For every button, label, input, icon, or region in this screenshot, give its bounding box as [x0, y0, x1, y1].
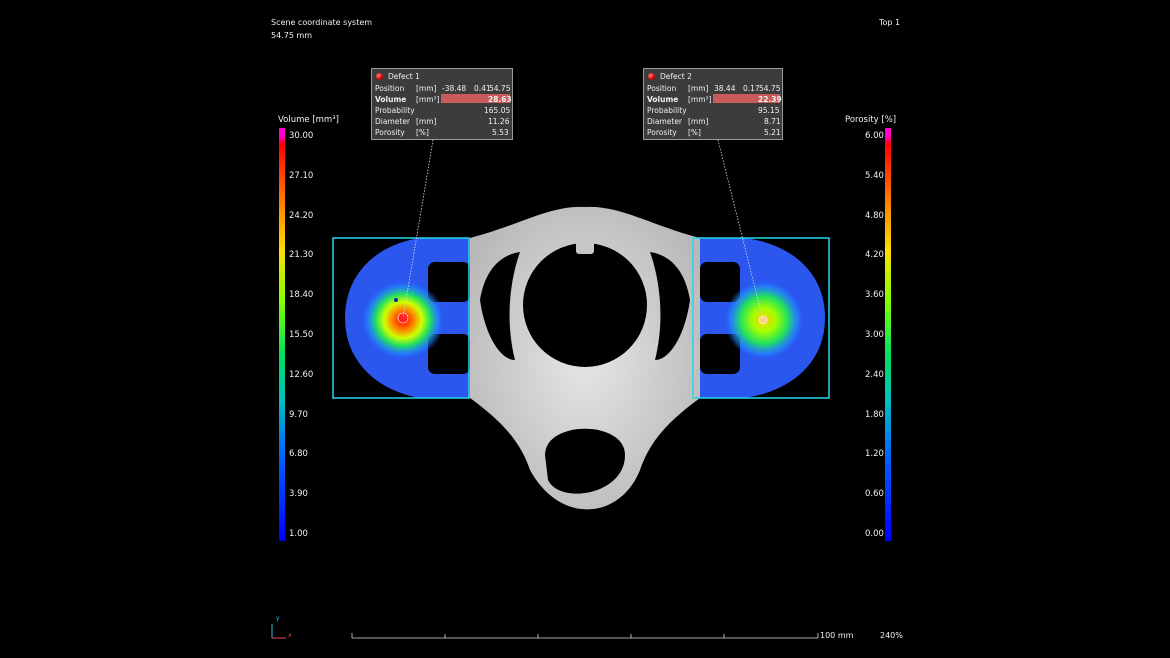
defect-1-volume-row: Volume [mm³] 28.63: [375, 94, 512, 104]
center-bore: [523, 243, 647, 367]
defect-2-diameter-row: Diameter [mm] 8.71: [647, 117, 781, 126]
scale-bar-label: 100 mm: [820, 631, 854, 640]
axis-triad-icon: [271, 624, 286, 639]
ct-scan-viewport[interactable]: [0, 0, 1170, 658]
axis-x-label: x: [288, 632, 292, 639]
defect-2-volume-row: Volume [mm³] 22.39: [647, 94, 782, 104]
defect-1-probability-row: Probability 165.05: [375, 106, 511, 115]
zoom-level[interactable]: 240%: [880, 631, 903, 640]
defect-2-marker-icon: [648, 72, 655, 80]
defect-2-panel[interactable]: Defect 2 Position [mm] 38.44 0.17 54.75 …: [643, 68, 783, 140]
defect-2-porosity-row: Porosity [%] 5.21: [647, 128, 781, 137]
defect-1-porosity-row: Porosity [%] 5.53: [375, 128, 509, 137]
defect-2-title: Defect 2: [660, 71, 692, 81]
axis-y-label: y: [276, 615, 280, 622]
defect-1-panel[interactable]: Defect 1 Position [mm] -38.48 0.41 54.75…: [371, 68, 513, 140]
defect-1-position-row: Position [mm] -38.48 0.41 54.75: [375, 84, 511, 93]
defect-2-probability-row: Probability 95.15: [647, 106, 780, 115]
defect-1-marker-icon: [376, 72, 383, 80]
scale-bar: [351, 633, 819, 639]
defect-1-diameter-row: Diameter [mm] 11.26: [375, 117, 510, 126]
defect-2-position-row: Position [mm] 38.44 0.17 54.75: [647, 84, 781, 93]
defect-1-title: Defect 1: [388, 71, 420, 81]
